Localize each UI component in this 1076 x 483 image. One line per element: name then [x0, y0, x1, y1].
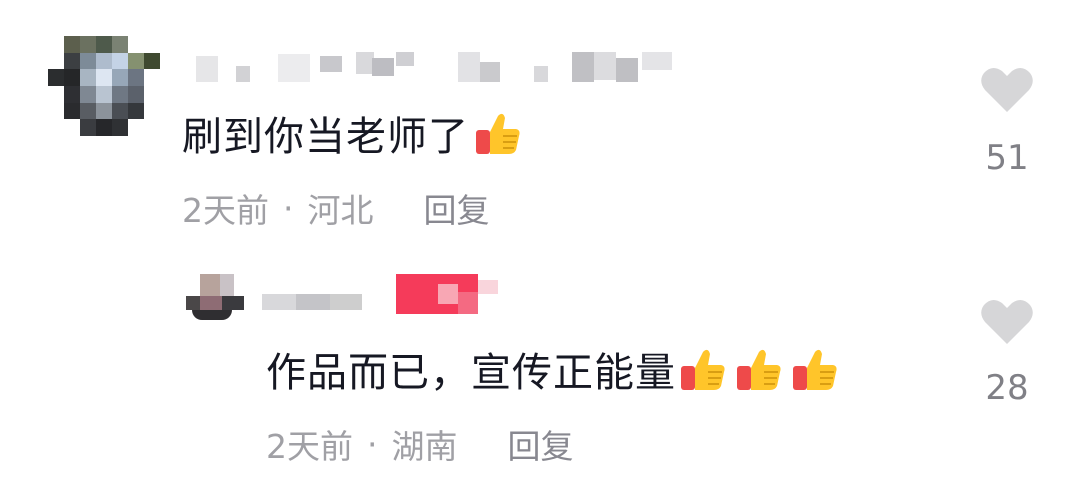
meta-separator: ·	[367, 424, 378, 464]
thumbs-up-icon	[793, 349, 837, 390]
heart-icon[interactable]	[980, 66, 1034, 114]
comment-meta: 2天前 · 湖南 回复	[266, 420, 574, 468]
comment-body: 作品而已，宣传正能量	[266, 350, 676, 396]
comment-location: 湖南	[391, 427, 458, 466]
heart-icon[interactable]	[980, 298, 1034, 346]
author-badge	[396, 274, 498, 318]
username-blurred[interactable]	[196, 52, 676, 84]
comment-text: 刷到你当老师了	[182, 104, 523, 162]
comment-text: 作品而已，宣传正能量	[266, 340, 840, 398]
username-blurred[interactable]	[262, 290, 362, 314]
comment-time: 2天前	[266, 427, 353, 466]
comment-time: 2天前	[182, 191, 269, 230]
meta-separator: ·	[283, 188, 294, 228]
reply-button[interactable]: 回复	[424, 184, 490, 232]
reply-button[interactable]: 回复	[508, 420, 574, 468]
avatar[interactable]	[48, 36, 160, 136]
comment-location: 河北	[307, 191, 374, 230]
like-count: 51	[985, 138, 1029, 178]
like-count: 28	[985, 368, 1029, 408]
thumbs-up-icon	[737, 349, 781, 390]
thumbs-up-icon	[476, 113, 520, 154]
comment-meta: 2天前 · 河北 回复	[182, 184, 490, 232]
comment-body: 刷到你当老师了	[182, 114, 469, 160]
thumbs-up-icon	[681, 349, 725, 390]
avatar[interactable]	[186, 274, 244, 320]
